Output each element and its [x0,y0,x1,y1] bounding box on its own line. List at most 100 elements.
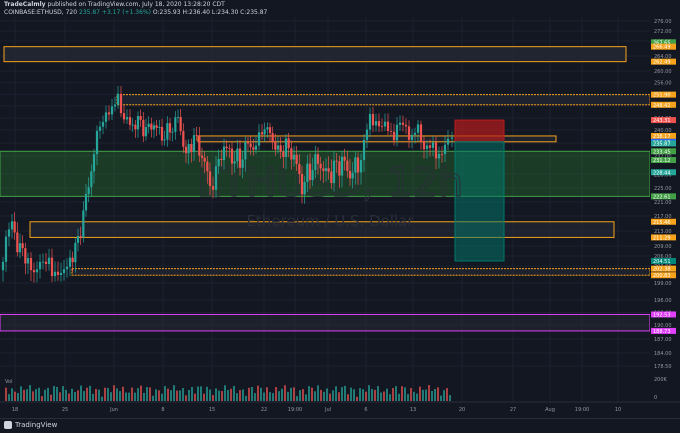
author-name[interactable]: TradeCalmly [4,1,46,8]
candle-body [203,157,206,162]
candle-body [437,154,441,159]
candle-body [192,135,196,153]
candle-body [174,117,177,132]
candle-body [295,154,298,164]
price-tag-label: 222.61 [653,194,671,200]
volume-bar [101,396,103,401]
price-tag-label: 235.87 [653,141,671,147]
volume-bar [35,389,37,401]
volume-bar [296,396,298,401]
candle-body [230,148,234,164]
volume-bar [398,393,400,401]
volume-bar [413,391,415,401]
volume-bar [92,393,94,401]
price-axis-label: 199.00 [654,281,672,287]
volume-bar [236,393,238,401]
volume-bar [176,390,178,401]
volume-bar [248,387,250,401]
volume-bar [365,391,367,401]
volume-bar [272,393,274,401]
candle-body [416,124,420,133]
last-price: 235.87 [79,9,100,16]
volume-bar [83,391,85,401]
price-axis-label: 200K [654,377,668,383]
candle-body [79,236,82,238]
time-axis-label: 6 [364,407,367,413]
volume-bar [227,389,229,401]
volume-bar [440,395,442,401]
candle-body [142,119,145,137]
candle-body [327,168,330,172]
candle-body [340,156,344,176]
support-zone-2 [71,268,651,276]
volume-bar [107,387,109,401]
price-axis-label: 196.00 [654,298,672,304]
candle-body [136,116,140,130]
price-chart[interactable]: ETHUSD, 12h Ethereum / U.S. Dollar 276.0… [0,0,680,432]
time-axis-label: 15 [209,407,215,413]
volume-bar [293,387,295,401]
candle-body [119,93,123,114]
tradingview-logo[interactable]: TradingView [4,421,57,429]
candle-body [389,130,393,132]
volume-bar [392,388,394,401]
price-axis-label: 221.00 [654,200,672,206]
time-axis-label: 10 [615,407,621,413]
publish-text: published on TradingView.com, July 18, 2… [45,1,225,8]
volume-bar [41,396,43,401]
candle-body [428,145,432,148]
volume-bar [449,395,451,401]
candle-body [348,170,352,179]
candle-body [292,154,296,160]
volume-bar [437,387,439,401]
volume-bar [239,390,241,401]
price-axis-label: 178.50 [654,364,672,370]
candle-body [211,186,215,190]
candle-body [374,121,378,126]
candle-body [59,272,63,275]
candle-body [168,123,172,133]
volume-bar [446,388,448,401]
candle-body [222,146,226,160]
candle-body [371,113,375,126]
candle-body [50,257,54,277]
candle-body [182,131,185,147]
candle-body [276,145,280,150]
volume-bar [26,389,28,401]
candle-body [287,138,290,149]
volume-bar [53,386,55,401]
candle-body [401,122,405,125]
candle-body [225,146,228,149]
volume-bar [116,388,118,401]
volume-bar [323,391,325,401]
candle-body [71,257,74,263]
candle-body [29,258,33,271]
volume-bar [377,386,379,401]
volume-bar [224,385,226,401]
candle-body [84,193,88,211]
candle-body [386,121,390,131]
volume-bar [332,390,334,401]
ohlc-values: O:235.93 H:236.40 L:234.30 C:235.87 [152,9,268,16]
volume-bar [173,385,175,401]
candle-body [254,145,258,150]
volume-bar [56,386,58,401]
volume-bar [407,394,409,401]
candle-body [284,138,288,158]
candle-body [410,134,414,140]
candle-body [220,158,223,160]
price-tag-label: 266.49 [653,45,671,51]
symbol-info: COINBASE:ETHUSD, 720 235.87 +3.17 (+1.36… [4,9,267,16]
price-tag-label: 188.73 [653,329,671,335]
time-axis-label: 8 [161,407,164,413]
candle-body [422,141,426,150]
candle-body [24,248,27,264]
candle-body [76,236,80,243]
candle-body [155,125,158,128]
volume-bar [269,392,271,401]
volume-bar [290,387,292,401]
symbol-label[interactable]: COINBASE:ETHUSD, 720 [4,9,77,16]
volume-bar [368,385,370,401]
candle-body [217,158,220,167]
time-axis-label: Jun [109,407,118,413]
